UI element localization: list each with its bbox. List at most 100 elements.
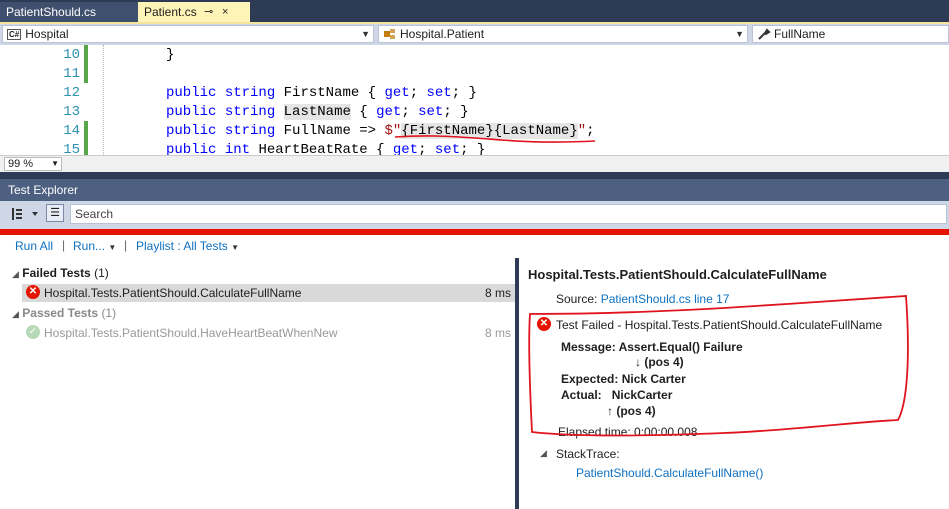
code-token: ; }: [451, 85, 477, 101]
group-count: (1): [101, 306, 117, 320]
code-line[interactable]: public string FirstName { get; set; }: [166, 84, 477, 103]
failed-tests-group[interactable]: ◢ Failed Tests (1): [12, 266, 109, 280]
member-dropdown[interactable]: FullName: [752, 25, 949, 43]
tab-patient-cs[interactable]: Patient.cs ⊸ ×: [138, 2, 250, 23]
code-token: string: [224, 104, 276, 120]
line-number: 13: [63, 104, 80, 120]
type-name: Hospital.Patient: [400, 27, 485, 41]
chevron-down-icon: ▼: [361, 29, 370, 39]
code-line[interactable]: }: [166, 46, 174, 65]
editor-status-bar: 99 % ▼: [0, 155, 949, 172]
group-count: (1): [94, 266, 109, 280]
group-by-icon: [12, 208, 38, 220]
tab-patientshould-cs[interactable]: PatientShould.cs: [0, 2, 142, 23]
expanded-arrow-icon[interactable]: ◢: [540, 448, 547, 459]
expanded-arrow-icon: ◢: [12, 269, 19, 279]
zoom-dropdown[interactable]: 99 % ▼: [4, 157, 62, 171]
csharp-project-icon: C#: [7, 29, 22, 40]
run-dropdown[interactable]: Run... ▼: [73, 239, 116, 253]
chevron-down-icon: ▼: [51, 159, 59, 168]
group-by-button[interactable]: [10, 205, 44, 223]
code-token: public: [166, 142, 217, 155]
test-row[interactable]: ✓ Hospital.Tests.PatientShould.HaveHeart…: [22, 324, 515, 342]
code-token: string: [224, 85, 276, 101]
class-icon: [384, 29, 395, 39]
line-number: 12: [63, 85, 80, 101]
test-explorer-title: Test Explorer: [0, 179, 949, 201]
project-dropdown[interactable]: C# Hospital ▼: [2, 25, 374, 43]
code-token: ; }: [443, 104, 469, 120]
code-token: public: [166, 104, 217, 120]
line-number: 11: [63, 66, 80, 82]
list-icon: ☰: [50, 207, 60, 219]
code-token: get: [376, 104, 402, 120]
passed-tests-group[interactable]: ◢ Passed Tests (1): [12, 306, 116, 320]
code-token: LastName: [283, 104, 351, 120]
code-editor[interactable]: 10 11 12 13 14 15 } public string FirstName { …: [0, 45, 949, 155]
playlist-dropdown[interactable]: Playlist : All Tests ▼: [136, 239, 239, 253]
code-token: ;: [401, 104, 419, 120]
playlist-view-button[interactable]: ☰: [46, 204, 64, 222]
pin-icon[interactable]: ⊸: [204, 2, 213, 23]
zoom-value: 99 %: [8, 158, 34, 170]
test-name: Hospital.Tests.PatientShould.HaveHeartBe…: [44, 326, 338, 340]
line-number: 10: [63, 47, 80, 63]
chevron-down-icon: ▼: [108, 243, 117, 252]
test-row[interactable]: ✕ Hospital.Tests.PatientShould.Calculate…: [22, 284, 515, 302]
pane-splitter[interactable]: [515, 258, 519, 509]
code-token: set: [418, 104, 444, 120]
separator: |: [62, 238, 66, 252]
code-token: FirstName {: [275, 85, 385, 101]
code-token: get: [384, 85, 410, 101]
change-marker: [84, 45, 88, 83]
code-token: FullName =>: [275, 123, 385, 139]
code-token: ;: [409, 85, 427, 101]
wrench-property-icon: [758, 28, 771, 40]
stacktrace-link[interactable]: PatientShould.CalculateFullName(): [576, 466, 763, 480]
annotation-underline: [395, 135, 596, 143]
group-label: Failed Tests: [22, 266, 91, 280]
chevron-down-icon: ▼: [735, 29, 744, 39]
test-duration: 8 ms: [484, 326, 511, 340]
tab-label: PatientShould.cs: [6, 5, 97, 19]
test-detail-title: Hospital.Tests.PatientShould.CalculateFu…: [528, 267, 827, 282]
line-number: 15: [63, 142, 80, 155]
chevron-down-icon: ▼: [231, 243, 240, 252]
code-token: HeartBeatRate {: [250, 142, 393, 155]
separator: |: [124, 238, 128, 252]
failed-test-icon: ✕: [26, 285, 40, 299]
code-token: string: [224, 123, 276, 139]
test-duration: 8 ms: [484, 286, 511, 300]
change-marker: [84, 121, 88, 155]
tab-label: Patient.cs: [144, 5, 197, 19]
member-name: FullName: [774, 27, 826, 41]
expanded-arrow-icon: ◢: [12, 309, 19, 319]
close-icon[interactable]: ×: [222, 2, 228, 23]
code-token: public: [166, 123, 217, 139]
type-dropdown[interactable]: Hospital.Patient ▼: [378, 25, 748, 43]
run-label: Run...: [73, 239, 106, 253]
code-token: }: [166, 47, 175, 63]
run-all-link[interactable]: Run All: [15, 239, 53, 253]
code-token: int: [224, 142, 251, 155]
group-label: Passed Tests: [22, 306, 99, 320]
code-token: {: [350, 104, 377, 120]
code-line[interactable]: public string LastName { get; set; }: [166, 103, 469, 122]
search-input[interactable]: Search: [70, 204, 947, 224]
search-placeholder: Search: [75, 207, 114, 221]
annotation-circle: [528, 295, 909, 437]
passed-test-icon: ✓: [26, 325, 40, 339]
line-number: 14: [63, 123, 80, 139]
code-token: set: [426, 85, 452, 101]
test-name: Hospital.Tests.PatientShould.CalculateFu…: [44, 286, 302, 300]
indent-guide: [103, 45, 104, 155]
stacktrace-label: StackTrace:: [556, 447, 620, 461]
playlist-label: Playlist : All Tests: [136, 239, 228, 253]
code-token: public: [166, 85, 217, 101]
navigation-bar: C# Hospital ▼ Hospital.Patient ▼ FullName: [0, 24, 949, 45]
